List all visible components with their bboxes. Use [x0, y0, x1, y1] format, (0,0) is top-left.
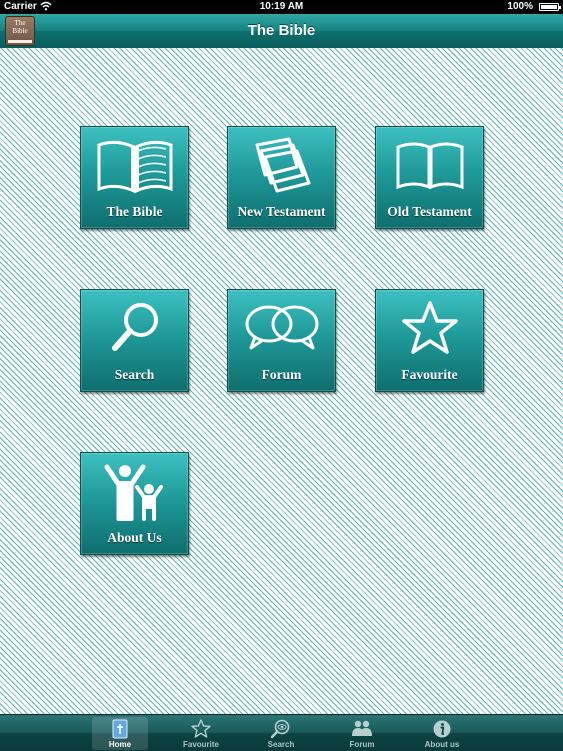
tile-label: About Us [107, 530, 162, 545]
about-us-tile[interactable]: About Us [80, 452, 189, 555]
chat-bubbles-icon [245, 305, 318, 350]
open-book-icon [396, 142, 463, 190]
tile-label: Favourite [401, 367, 458, 382]
favourite-tile[interactable]: Favourite [375, 289, 484, 392]
search-tile[interactable]: Search [80, 289, 189, 392]
status-bar: Carrier 10:19 AM 100% [0, 0, 563, 14]
tab-favourite[interactable]: Favourite [173, 717, 229, 750]
battery-percent: 100% [507, 1, 533, 12]
tab-home[interactable]: Home [92, 717, 148, 750]
tile-label: New Testament [237, 204, 326, 219]
book-home-icon [112, 719, 128, 739]
search-icon [111, 303, 158, 351]
tab-forum[interactable]: Forum [334, 717, 390, 750]
the-bible-tile[interactable]: The Bible [80, 126, 189, 229]
tab-label: Favourite [182, 740, 219, 749]
tile-label: Old Testament [387, 204, 472, 219]
battery-icon [539, 3, 561, 11]
tab-label: About us [424, 740, 460, 749]
page-title: The Bible [247, 22, 316, 39]
info-icon [433, 720, 451, 738]
tab-label: Search [267, 740, 295, 749]
navigation-bar: The Bible The Bible [0, 14, 563, 49]
tile-label: The Bible [106, 204, 163, 219]
star-icon [401, 301, 458, 354]
home-grid: The Bible New Testament Old Testament Se… [0, 48, 563, 714]
tab-search[interactable]: Search [253, 717, 309, 750]
people-icon [352, 720, 372, 736]
open-book-icon [97, 140, 172, 194]
search-eye-icon [270, 719, 290, 739]
tab-label: Home [108, 740, 132, 749]
star-icon [191, 719, 211, 738]
new-testament-tile[interactable]: New Testament [227, 126, 336, 229]
stacked-pages-icon [255, 137, 310, 193]
tab-bar: Home Favourite Search Forum About us [0, 714, 563, 751]
tab-about-us[interactable]: About us [414, 717, 470, 750]
clock: 10:19 AM [259, 1, 304, 12]
old-testament-tile[interactable]: Old Testament [375, 126, 484, 229]
tile-label: Forum [261, 367, 302, 382]
forum-tile[interactable]: Forum [227, 289, 336, 392]
tab-label: Forum [349, 740, 375, 749]
tile-label: Search [114, 367, 155, 382]
people-icon [104, 464, 163, 521]
